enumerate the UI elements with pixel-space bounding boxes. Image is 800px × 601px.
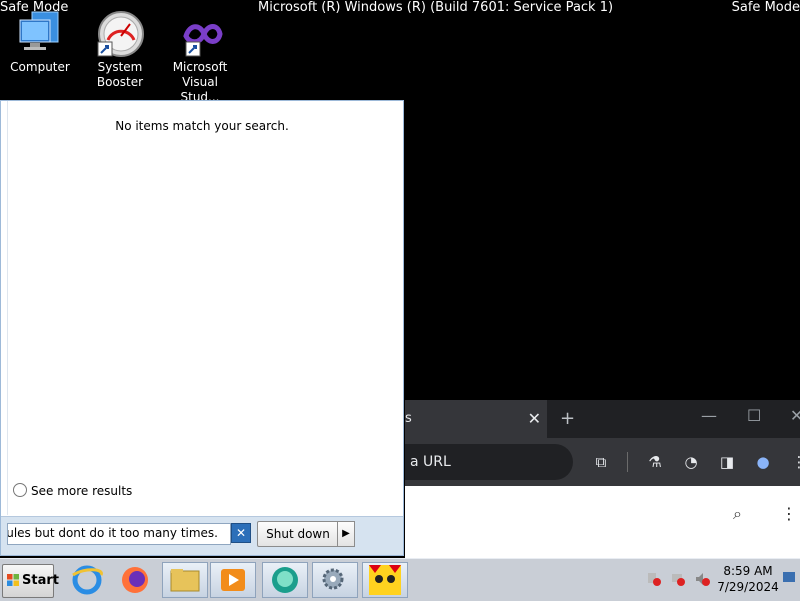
clock-date: 7/29/2024 bbox=[717, 580, 779, 594]
more-options-icon[interactable]: ⋮ bbox=[781, 504, 797, 523]
see-more-label: See more results bbox=[31, 484, 133, 498]
search-icon bbox=[13, 483, 27, 497]
browser-toolbar: a URL ⧉ ⚗ ◔ ◨ ● ⋮ bbox=[405, 438, 800, 486]
search-icon[interactable]: ⌕ bbox=[733, 504, 742, 524]
tab-title: s bbox=[405, 411, 412, 426]
file-explorer-icon[interactable] bbox=[162, 562, 208, 598]
desktop-icon-label: System Booster bbox=[96, 60, 144, 89]
close-tab-icon[interactable]: ✕ bbox=[528, 409, 541, 428]
toolbar-divider bbox=[627, 452, 628, 472]
safe-mode-label-right: Safe Mode bbox=[731, 0, 800, 15]
desktop-icon-label: Computer bbox=[10, 60, 70, 74]
search-input-value: the rules but dont do it too many times. bbox=[8, 526, 218, 540]
system-clock[interactable]: 8:59 AM 7/29/2024 bbox=[714, 563, 782, 595]
desktop-icon-computer[interactable]: Computer bbox=[2, 6, 78, 75]
media-player-icon[interactable] bbox=[210, 562, 256, 598]
close-window-icon[interactable]: ✕ bbox=[790, 406, 800, 425]
settings-gears-icon[interactable] bbox=[312, 562, 358, 598]
divider bbox=[7, 101, 8, 515]
desktop-icon-label: Microsoft Visual Stud... bbox=[172, 60, 228, 104]
menu-dots-icon[interactable]: ⋮ bbox=[789, 452, 800, 472]
computer-icon bbox=[16, 10, 64, 58]
desktop-icon-system-booster[interactable]: System Booster bbox=[82, 6, 158, 90]
maximize-icon[interactable]: ☐ bbox=[747, 406, 761, 425]
browser-tab[interactable]: s ✕ bbox=[405, 400, 547, 438]
windows-logo-icon bbox=[7, 574, 19, 586]
no-results-message: No items match your search. bbox=[115, 119, 289, 133]
browser-window: s ✕ + — ☐ ✕ a URL ⧉ ⚗ ◔ ◨ ● ⋮ ⌕ ⋮ bbox=[405, 400, 800, 560]
start-search-input[interactable]: the rules but dont do it too many times. bbox=[7, 523, 231, 545]
start-button[interactable]: Start bbox=[2, 564, 59, 598]
extensions-icon[interactable]: ⧉ bbox=[591, 452, 611, 472]
browser-tab-bar: s ✕ + — ☐ ✕ bbox=[405, 400, 800, 438]
address-bar[interactable]: a URL bbox=[405, 444, 573, 480]
profile-avatar-icon[interactable]: ● bbox=[753, 452, 773, 472]
browser-content: ⌕ ⋮ bbox=[405, 486, 800, 560]
action-center-flag-icon[interactable] bbox=[646, 571, 662, 587]
network-icon[interactable] bbox=[670, 571, 686, 587]
see-more-results-link[interactable]: See more results bbox=[13, 483, 132, 498]
taskbar: Start 8:59 AM 7/29/2024 bbox=[0, 558, 800, 601]
start-menu: No items match your search. See more res… bbox=[0, 100, 404, 556]
flask-icon[interactable]: ⚗ bbox=[645, 452, 665, 472]
download-icon[interactable]: ◔ bbox=[681, 452, 701, 472]
shutdown-options-arrow-icon[interactable]: ▶ bbox=[337, 521, 355, 547]
internet-explorer-icon[interactable] bbox=[64, 562, 110, 598]
firefox-icon[interactable] bbox=[112, 562, 158, 598]
visual-studio-icon bbox=[176, 10, 224, 58]
start-menu-footer: the rules but dont do it too many times.… bbox=[1, 516, 403, 555]
new-tab-icon[interactable]: + bbox=[560, 408, 575, 429]
windows-build-label: Microsoft (R) Windows (R) (Build 7601: S… bbox=[258, 0, 614, 15]
chat-app-icon[interactable] bbox=[262, 562, 308, 598]
show-desktop-icon[interactable] bbox=[782, 571, 796, 585]
address-bar-placeholder: a URL bbox=[410, 454, 451, 470]
side-panel-icon[interactable]: ◨ bbox=[717, 452, 737, 472]
minimize-icon[interactable]: — bbox=[701, 406, 717, 425]
speedometer-icon bbox=[96, 10, 144, 58]
desktop-icon-visual-studio[interactable]: Microsoft Visual Stud... bbox=[162, 6, 238, 105]
cat-game-icon[interactable] bbox=[362, 562, 408, 598]
shutdown-button[interactable]: Shut down bbox=[257, 521, 339, 547]
volume-icon[interactable] bbox=[694, 571, 710, 587]
clear-search-icon[interactable]: ✕ bbox=[231, 523, 251, 543]
clock-time: 8:59 AM bbox=[723, 564, 773, 578]
start-label: Start bbox=[22, 573, 59, 588]
